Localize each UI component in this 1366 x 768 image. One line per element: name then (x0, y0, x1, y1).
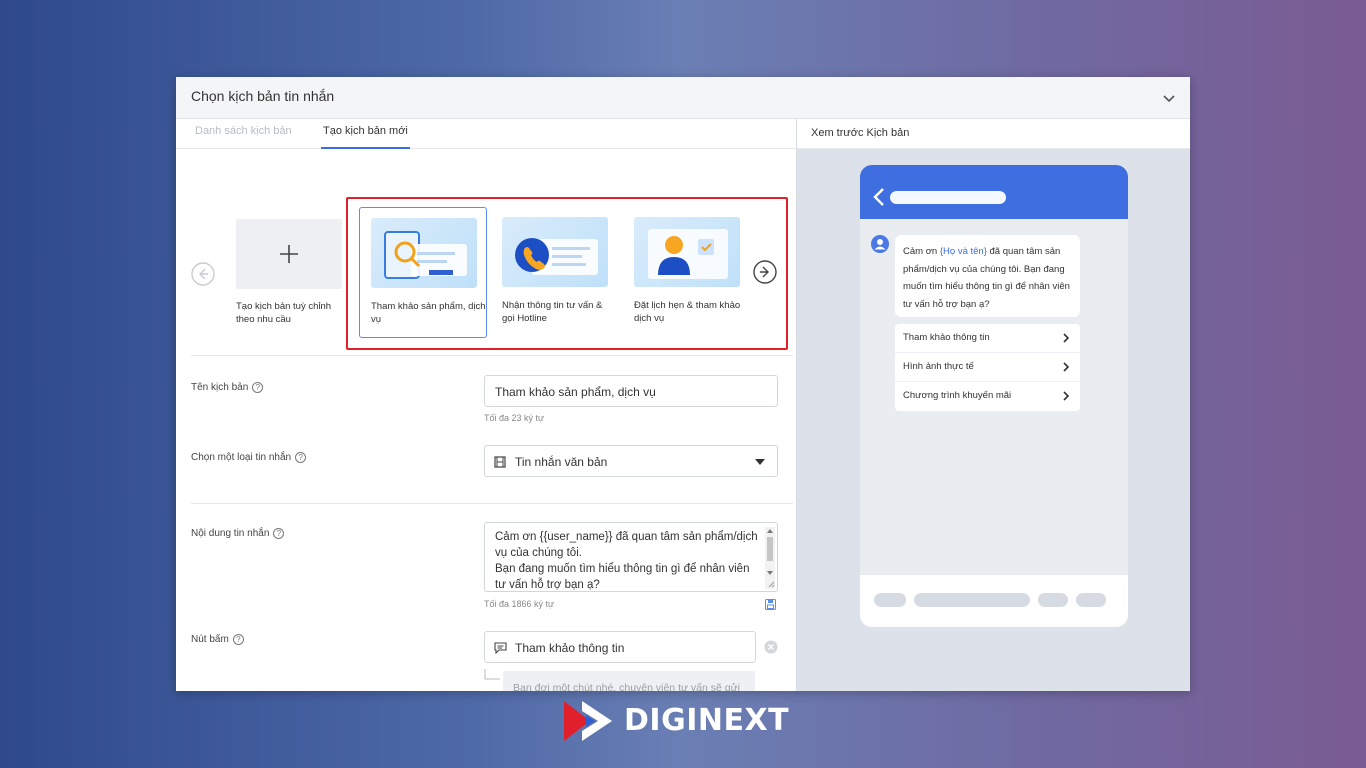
template-card-appointment[interactable]: Đặt lịch hẹn & tham khảo dịch vụ (623, 207, 751, 338)
chat-bubble-icon (494, 642, 507, 654)
button-label: Nút bấm? (191, 634, 244, 645)
help-icon[interactable]: ? (295, 452, 307, 463)
message-type-label: Chọn một loại tin nhắn? (191, 452, 307, 464)
chevron-down-icon[interactable] (1160, 89, 1178, 107)
chevron-right-icon (1063, 391, 1070, 401)
quick-reply-label: Hình ảnh thực tế (903, 361, 974, 372)
phone-header (860, 165, 1128, 219)
script-name-input[interactable]: Tham khảo sản phẩm, dịch vụ (484, 375, 778, 407)
message-content-hint: Tối đa 1866 ký tự (484, 599, 555, 609)
input-placeholder-pill (1076, 593, 1106, 607)
quick-reply-button[interactable]: Chương trình khuyến mãi (895, 382, 1080, 411)
dialog-title: Chọn kịch bản tin nhắn (191, 88, 335, 104)
arrow-left-circle-icon[interactable] (190, 261, 216, 287)
chevron-right-icon (1063, 362, 1070, 372)
script-name-label: Tên kịch bản? (191, 382, 264, 394)
section-divider (191, 355, 793, 356)
tree-connector-icon (484, 669, 500, 680)
auto-reply-textarea[interactable]: Bạn đợi một chút nhé, chuyên viên tư vấn… (503, 671, 755, 691)
tab-bar: Danh sách kịch bản Tạo kịch bản mới (176, 119, 796, 149)
caret-down-icon (755, 459, 765, 465)
tab-script-list[interactable]: Danh sách kịch bản (195, 125, 292, 149)
message-type-value: Tin nhắn văn bản (515, 455, 608, 469)
phone-input-bar (860, 575, 1128, 627)
phone-title-placeholder (890, 191, 1006, 204)
input-placeholder-pill (874, 593, 906, 607)
message-bubble: Cảm ơn {Họ và tên} đã quan tâm sản phẩm/… (895, 235, 1080, 317)
save-icon[interactable] (765, 599, 776, 610)
text-message-icon (494, 456, 506, 468)
template-card-label: Tham khảo sản phẩm, dịch vụ (371, 301, 486, 325)
quick-reply-label: Tham khảo thông tin (903, 332, 990, 343)
input-placeholder-pill (1038, 593, 1068, 607)
template-card-hotline[interactable]: Nhận thông tin tư vấn & gọi Hotline (491, 207, 619, 338)
plus-icon (280, 245, 298, 263)
button-name-input[interactable]: Tham khảo thông tin (484, 631, 756, 663)
template-card-label: Đặt lịch hẹn & tham khảo dịch vụ (634, 300, 741, 324)
diginext-logo: DIGINEXT (562, 697, 812, 745)
button-label-text: Nút bấm (191, 634, 229, 646)
logo-mark-icon (564, 701, 612, 741)
dialog-header[interactable]: Chọn kịch bản tin nhắn (176, 77, 1190, 119)
person-calendar-icon (634, 217, 740, 287)
section-divider (191, 503, 793, 504)
template-card-label: Nhận thông tin tư vấn & gọi Hotline (502, 300, 603, 324)
preview-header: Xem trước Kịch bản (797, 119, 1190, 149)
chevron-left-icon (873, 188, 884, 206)
quick-reply-button[interactable]: Hình ảnh thực tế (895, 353, 1080, 382)
arrow-right-circle-icon[interactable] (752, 259, 778, 285)
avatar-icon (871, 235, 889, 253)
editor-pane: Danh sách kịch bản Tạo kịch bản mới Tạo … (176, 119, 796, 691)
input-placeholder-pill (914, 593, 1030, 607)
message-type-select[interactable]: Tin nhắn văn bản (484, 445, 778, 477)
quick-reply-button[interactable]: Tham khảo thông tin (895, 324, 1080, 353)
phone-call-icon (502, 217, 608, 287)
message-content-text: Cảm ơn {{user_name}} đã quan tâm sản phẩ… (495, 531, 758, 591)
help-icon[interactable]: ? (232, 634, 244, 645)
custom-script-label: Tạo kịch bản tuỳ chỉnh theo nhu cầu (236, 301, 332, 325)
message-content-label-text: Nội dung tin nhắn (191, 528, 270, 540)
button-name-value: Tham khảo thông tin (515, 641, 625, 655)
brand-name: DIGINEXT (624, 703, 790, 738)
template-card-product[interactable]: Tham khảo sản phẩm, dịch vụ (359, 207, 487, 338)
message-text-before: Cảm ơn (903, 246, 940, 257)
quick-reply-label: Chương trình khuyến mãi (903, 390, 1012, 401)
quick-reply-list: Tham khảo thông tin Hình ảnh thực tế Chư… (895, 324, 1080, 411)
help-icon[interactable]: ? (273, 528, 285, 539)
remove-circle-icon[interactable] (764, 640, 778, 654)
message-type-label-text: Chọn một loại tin nhắn (191, 452, 292, 464)
preview-pane: Xem trước Kịch bản Cảm ơn {Họ và tên} đã… (796, 119, 1190, 691)
chevron-right-icon (1063, 333, 1070, 343)
phone-mockup: Cảm ơn {Họ và tên} đã quan tâm sản phẩm/… (860, 165, 1128, 627)
custom-script-card[interactable] (236, 219, 342, 289)
script-dialog: Chọn kịch bản tin nhắn Danh sách kịch bả… (176, 77, 1190, 691)
textarea-scrollbar[interactable] (765, 527, 775, 589)
template-highlight-box: Tham khảo sản phẩm, dịch vụ Nhận thông t… (346, 197, 788, 350)
preview-title: Xem trước Kịch bản (811, 127, 910, 139)
help-icon[interactable]: ? (252, 382, 264, 393)
message-content-textarea[interactable]: Cảm ơn {{user_name}} đã quan tâm sản phẩ… (484, 522, 778, 592)
script-name-hint: Tối đa 23 ký tự (484, 413, 545, 423)
script-name-label-text: Tên kịch bản (191, 382, 249, 394)
magnifier-document-icon (371, 218, 477, 288)
message-content-label: Nội dung tin nhắn? (191, 528, 285, 540)
tab-create-script[interactable]: Tạo kịch bản mới (321, 125, 410, 149)
name-variable: {Họ và tên} (939, 246, 987, 257)
